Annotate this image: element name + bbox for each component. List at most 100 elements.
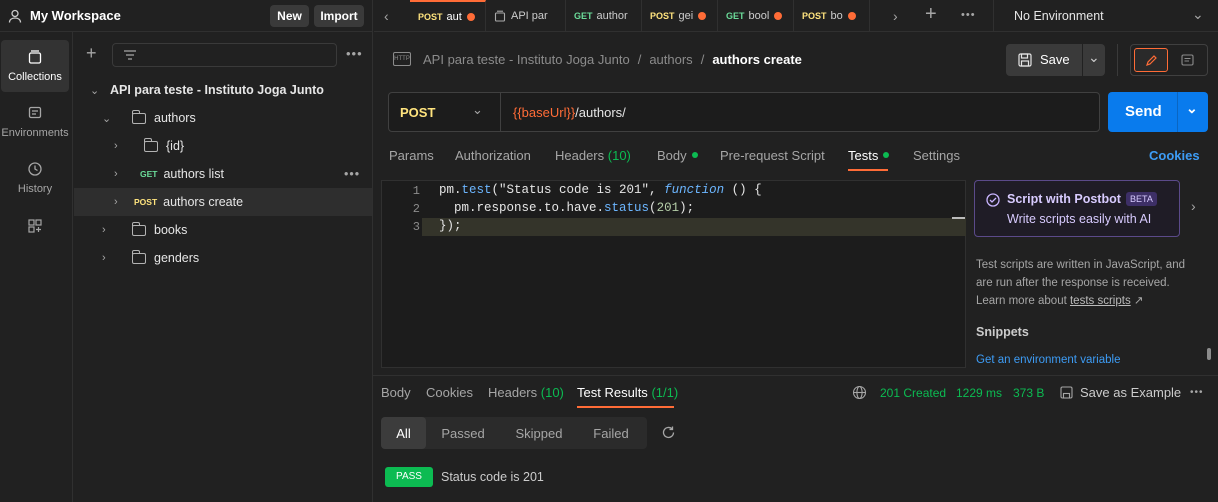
tab-settings[interactable]: Settings [913, 148, 960, 163]
request-more-icon[interactable]: ••• [344, 167, 360, 181]
refresh-icon[interactable] [661, 425, 676, 440]
tests-scripts-link[interactable]: tests scripts [1070, 295, 1131, 307]
tab-post-genders[interactable]: POST gei [642, 0, 718, 32]
snippet-get-env-var[interactable]: Get an environment variable [976, 354, 1120, 366]
tab-authorization[interactable]: Authorization [455, 148, 531, 163]
edit-mode-button[interactable] [1134, 48, 1168, 72]
cookies-link[interactable]: Cookies [1149, 148, 1200, 163]
filter-input[interactable] [112, 43, 337, 67]
chevron-down-icon[interactable]: ⌄ [472, 102, 483, 118]
pencil-icon [1146, 55, 1157, 66]
method-select[interactable]: POST [400, 105, 435, 120]
history-icon [28, 162, 42, 176]
rail-configure[interactable] [0, 212, 70, 246]
tab-scroll-right-icon[interactable]: › [893, 8, 898, 24]
tabs-more-icon[interactable]: ••• [961, 9, 976, 21]
response-tab-headers[interactable]: Headers (10) [488, 385, 564, 400]
breadcrumb-sep: / [700, 52, 705, 67]
snippets-title: Snippets [976, 325, 1029, 339]
code-token: ("Status code is 201", [491, 183, 665, 197]
comment-icon[interactable] [1181, 54, 1194, 67]
rail-history[interactable]: History [0, 152, 70, 204]
tree-folder-authors[interactable]: ⌄ authors [74, 104, 372, 132]
globe-icon[interactable] [852, 385, 867, 400]
response-tab-test-results[interactable]: Test Results (1/1) [577, 385, 678, 400]
chevron-right-icon: › [102, 224, 106, 236]
tab-scroll-left-icon[interactable]: ‹ [384, 8, 389, 24]
tab-get-books[interactable]: GET bool [718, 0, 794, 32]
breadcrumb-folder[interactable]: authors [649, 52, 692, 67]
rail-collections[interactable]: Collections [1, 40, 69, 92]
divider [1177, 92, 1178, 132]
tree-request-authors-create[interactable]: › POST authors create [74, 188, 372, 216]
url-variable: {{baseUrl}} [513, 105, 576, 120]
code-line: pm.test("Status code is 201", function (… [439, 183, 762, 197]
tab-pre-request-script[interactable]: Pre-request Script [720, 148, 825, 163]
response-size[interactable]: 373 B [1013, 386, 1044, 400]
chevron-right-icon: › [102, 252, 106, 264]
tab-headers[interactable]: Headers (10) [555, 148, 631, 163]
code-token: test [461, 183, 492, 197]
chevron-down-icon: ⌄ [102, 112, 112, 125]
panel-scrollbar[interactable] [1207, 348, 1211, 360]
response-tab-cookies[interactable]: Cookies [426, 385, 473, 400]
tree-folder-id[interactable]: › {id} [74, 132, 372, 160]
headers-count: (10) [607, 148, 631, 163]
tab-post-books[interactable]: POST bo [794, 0, 870, 32]
test-result-filters: All Passed Skipped Failed [381, 417, 647, 449]
response-status[interactable]: 201 Created [880, 386, 946, 400]
tree-request-authors-list[interactable]: › GET authors list ••• [74, 160, 372, 188]
filter-passed[interactable]: Passed [426, 417, 500, 449]
new-tab-icon[interactable]: + [925, 3, 937, 26]
response-more-icon[interactable]: ••• [1190, 387, 1204, 398]
left-rail: Collections Environments History [0, 32, 73, 502]
chevron-right-icon[interactable]: › [1191, 198, 1196, 214]
breadcrumb-collection[interactable]: API para teste - Instituto Joga Junto [423, 52, 630, 67]
unsaved-dot [774, 12, 783, 20]
tree-collection[interactable]: ⌄ API para teste - Instituto Joga Junto [74, 76, 372, 104]
tab-body[interactable]: Body [657, 148, 698, 163]
postbot-title: Script with Postbot [1007, 192, 1121, 206]
pass-badge: PASS [385, 467, 433, 487]
postbot-card[interactable]: Script with Postbot BETA Write scripts e… [974, 180, 1180, 237]
environment-select[interactable]: No Environment [1014, 9, 1104, 23]
send-button[interactable]: Send [1125, 103, 1162, 120]
save-button[interactable]: Save [1040, 52, 1070, 67]
chevron-down-icon[interactable]: ⌄ [1192, 6, 1204, 23]
script-editor[interactable]: 1 2 3 pm.test("Status code is 201", func… [381, 180, 966, 368]
filter-icon [124, 50, 136, 60]
tree-folder-genders[interactable]: › genders [74, 244, 372, 272]
tab-get-authors[interactable]: GET author [566, 0, 642, 32]
tree-folder-books[interactable]: › books [74, 216, 372, 244]
response-time[interactable]: 1229 ms [956, 386, 1002, 400]
filter-all[interactable]: All [381, 417, 426, 449]
folder-icon [132, 109, 146, 124]
postbot-icon [986, 193, 1000, 207]
filter-failed[interactable]: Failed [578, 417, 644, 449]
save-icon [1060, 386, 1073, 399]
new-button[interactable]: New [270, 5, 309, 27]
rail-environments[interactable]: Environments [0, 96, 70, 148]
folder-label: authors [154, 111, 196, 125]
tab-label: gei [678, 10, 694, 22]
send-dropdown-icon[interactable]: ⌄ [1186, 100, 1198, 117]
import-button[interactable]: Import [314, 5, 364, 27]
divider [1117, 44, 1118, 76]
add-collection-icon[interactable]: + [86, 44, 97, 62]
save-as-example-button[interactable]: Save as Example [1080, 385, 1181, 400]
response-tab-body[interactable]: Body [381, 385, 411, 400]
tab-params[interactable]: Params [389, 148, 434, 163]
tab-label: bo [830, 10, 843, 22]
filter-skipped[interactable]: Skipped [500, 417, 578, 449]
tab-post-authors-create[interactable]: POST aut [410, 0, 486, 32]
sidebar-more-icon[interactable]: ••• [346, 46, 363, 61]
folder-label: {id} [166, 139, 185, 153]
url-input[interactable]: {{baseUrl}}/authors/ [513, 105, 626, 120]
workspace-name[interactable]: My Workspace [30, 8, 121, 23]
save-dropdown-icon[interactable]: ⌄ [1088, 49, 1100, 66]
tab-tests-label: Tests [848, 148, 879, 163]
tab-label: author [596, 10, 628, 22]
tab-tests[interactable]: Tests [848, 148, 890, 163]
tab-collection[interactable]: API par [486, 0, 566, 32]
tests-indicator-dot [883, 152, 890, 158]
